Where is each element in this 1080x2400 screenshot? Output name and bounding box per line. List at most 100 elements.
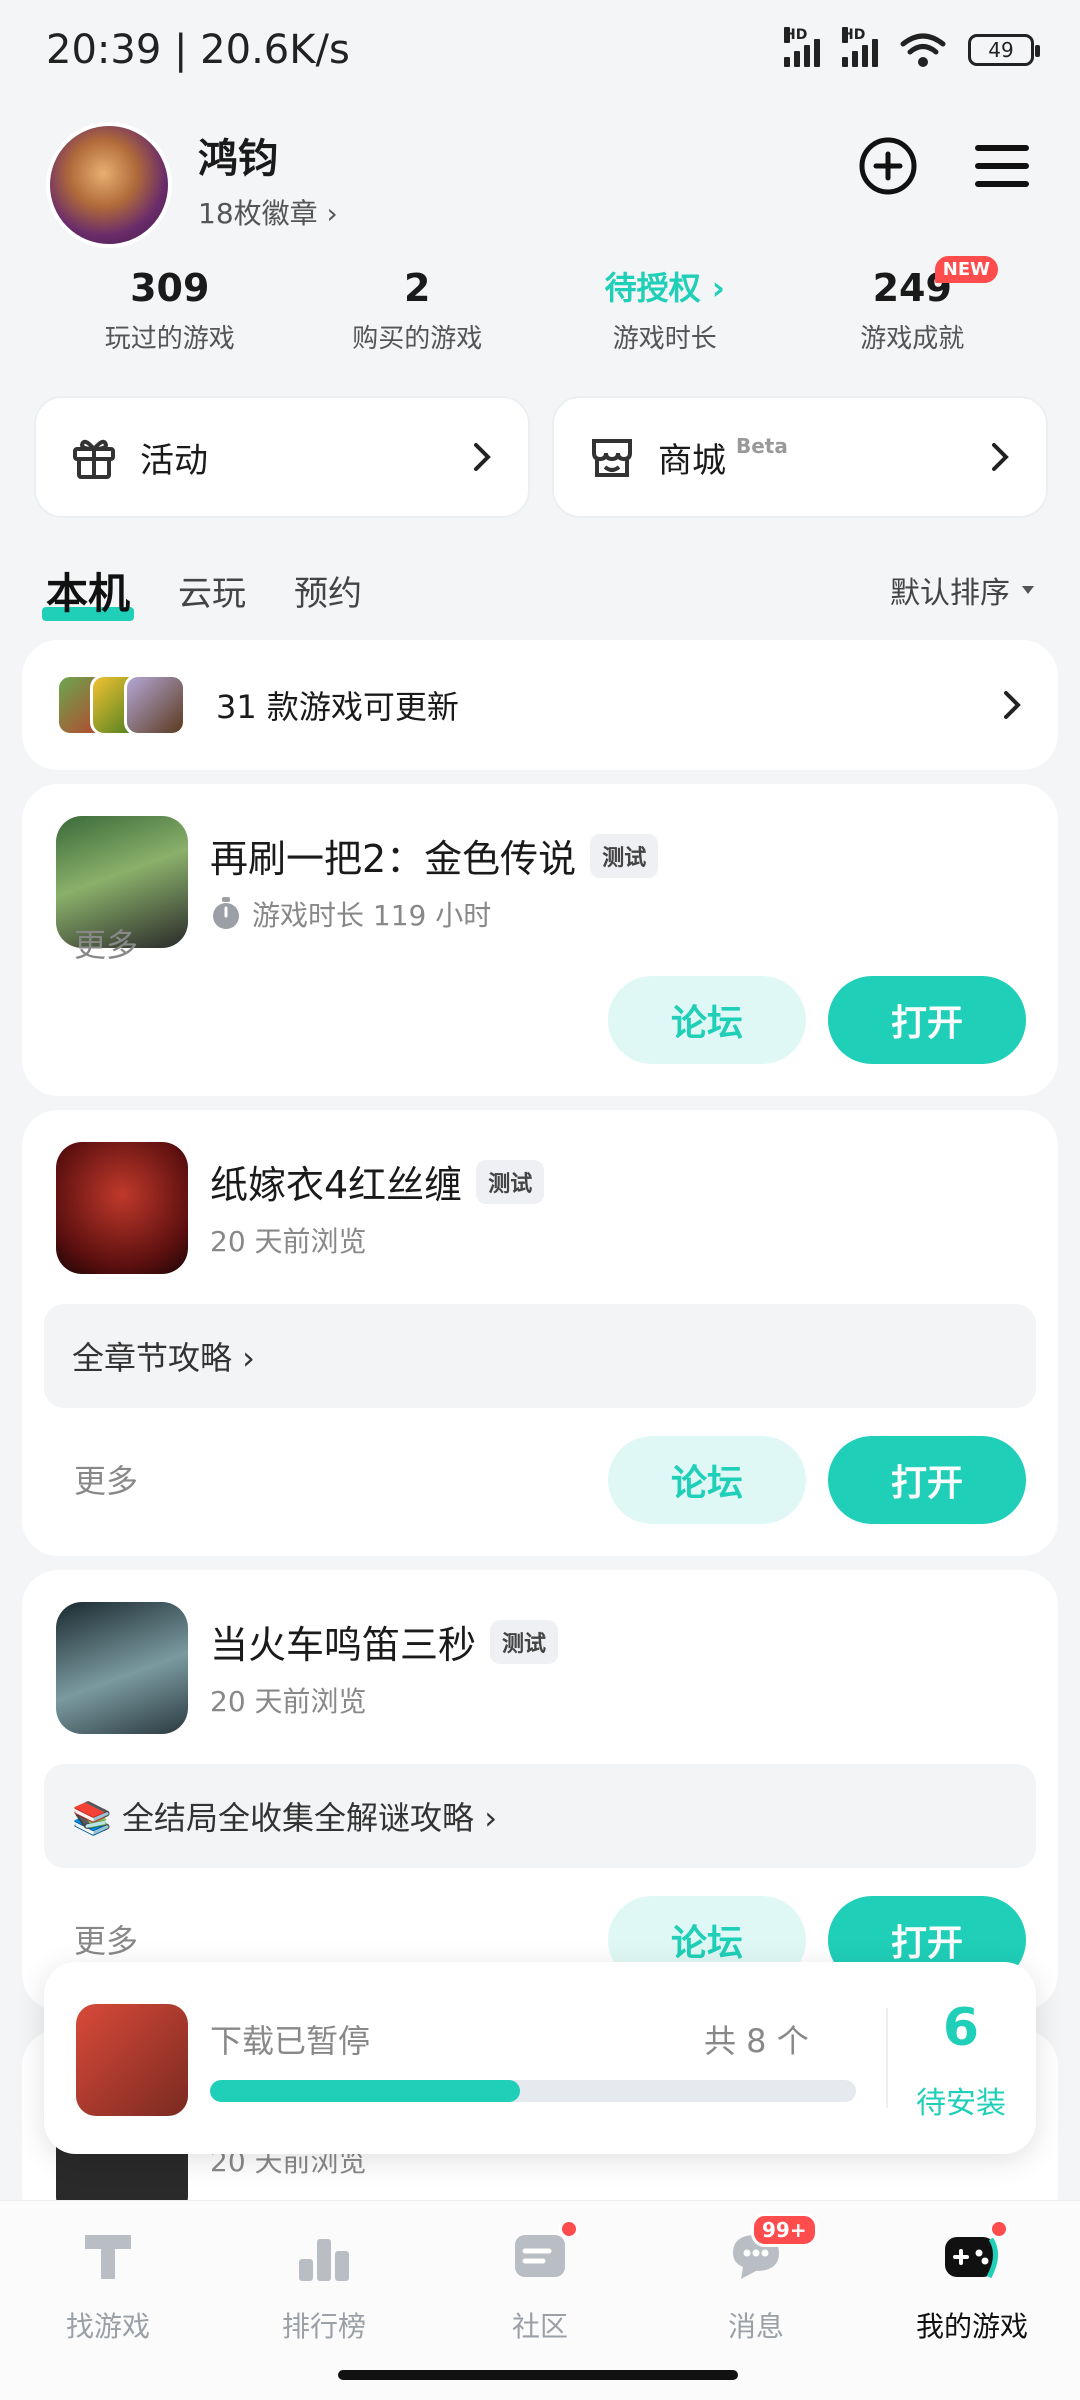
nav-find-games[interactable]: 找游戏 [0, 2201, 216, 2400]
caret-down-icon [1022, 586, 1034, 594]
find-games-icon [85, 2235, 131, 2279]
message-icon: 99+ [725, 2213, 818, 2287]
store-icon [592, 439, 632, 477]
store-button[interactable]: 商城 Beta [552, 396, 1048, 518]
tab-cloud[interactable]: 云玩 [178, 566, 246, 615]
game-thumb [124, 674, 186, 736]
home-indicator[interactable] [338, 2370, 738, 2380]
battery-level: 49 [988, 38, 1014, 62]
authorize-link[interactable]: 待授权 › [541, 262, 789, 314]
forum-button[interactable]: 论坛 [608, 976, 806, 1064]
download-status-text: 下载已暂停 [210, 2022, 371, 2060]
guide-link[interactable]: 📚 全结局全收集全解谜攻略 › [44, 1764, 1036, 1868]
game-title-row: 再刷一把2：金色传说 测试 [210, 828, 659, 883]
nav-label: 我的游戏 [915, 2310, 1028, 2343]
stat-value: 309 [130, 266, 210, 310]
game-title-row: 纸嫁衣4红丝缠 测试 [210, 1154, 545, 1209]
download-total: 共 8 个 [704, 2022, 809, 2060]
update-game-icons [56, 674, 186, 736]
stat-label: 游戏成就 [860, 324, 965, 354]
my-games-icon [941, 2219, 1009, 2287]
stat-achievements[interactable]: 249 游戏成就 NEW [789, 256, 1037, 362]
test-tag: 测试 [476, 1159, 545, 1204]
downloading-game-icon [76, 2004, 188, 2116]
status-icons: HD HD 49 [784, 27, 1040, 68]
activity-label: 活动 [140, 440, 208, 481]
game-subtitle: 20 天前浏览 [210, 1225, 367, 1258]
new-badge: NEW [934, 256, 998, 283]
test-tag: 测试 [490, 1619, 559, 1664]
beta-tag: Beta [736, 434, 788, 458]
signal-icon: HD [784, 27, 820, 67]
game-subtitle: 游戏时长 119 小时 [210, 894, 491, 934]
nav-my-games[interactable]: 我的游戏 [864, 2201, 1080, 2400]
pending-install-label[interactable]: 待安装 [886, 2078, 1036, 2122]
open-button[interactable]: 打开 [828, 1436, 1026, 1524]
avatar[interactable] [46, 122, 172, 248]
ranking-icon [299, 2239, 349, 2281]
stat-playtime[interactable]: 待授权 › 游戏时长 [541, 262, 789, 362]
update-count-text: 31 款游戏可更新 [216, 688, 459, 726]
notification-dot [559, 2219, 579, 2239]
username[interactable]: 鸿钧 [198, 126, 278, 184]
game-title: 当火车鸣笛三秒 [210, 1623, 477, 1667]
download-status-card[interactable]: 下载已暂停 共 8 个 6 待安装 [44, 1962, 1036, 2154]
download-progress-fill [210, 2080, 521, 2102]
game-icon[interactable] [56, 1602, 188, 1734]
test-tag: 测试 [590, 833, 659, 878]
stat-label: 游戏时长 [612, 324, 717, 354]
sort-dropdown[interactable]: 默认排序 [890, 568, 1036, 612]
game-title: 再刷一把2：金色传说 [210, 837, 577, 881]
forum-button[interactable]: 论坛 [608, 1436, 806, 1524]
tab-local[interactable]: 本机 [41, 560, 135, 621]
pending-install-count[interactable]: 6 [886, 1998, 1036, 2058]
store-label: 商城 [658, 440, 726, 481]
game-title: 纸嫁衣4红丝缠 [210, 1163, 463, 1207]
status-bar: 20:39 | 20.6K/s HD HD 49 [0, 0, 1080, 100]
game-subtitle: 20 天前浏览 [210, 1685, 367, 1718]
community-icon [509, 2219, 579, 2287]
stat-purchased[interactable]: 2 购买的游戏 [294, 262, 542, 362]
profile-header: 鸿钧 18枚徽章 › [46, 118, 1036, 248]
stopwatch-icon [213, 897, 239, 929]
sort-label: 默认排序 [890, 576, 1010, 611]
gift-icon [73, 439, 115, 479]
game-icon[interactable] [56, 1142, 188, 1274]
game-card[interactable]: 纸嫁衣4红丝缠 测试 20 天前浏览 全章节攻略 › 更多 论坛 打开 [22, 1110, 1058, 1556]
chevron-right-icon [474, 443, 491, 471]
download-progress-bar [210, 2080, 856, 2102]
add-circle-icon[interactable] [856, 134, 920, 198]
activity-button[interactable]: 活动 [34, 396, 530, 518]
game-card[interactable]: 当火车鸣笛三秒 测试 20 天前浏览 📚 全结局全收集全解谜攻略 › 更多 论坛… [22, 1570, 1058, 2010]
stat-label: 玩过的游戏 [104, 324, 235, 354]
menu-icon[interactable] [970, 134, 1034, 198]
open-button[interactable]: 打开 [828, 976, 1026, 1064]
chevron-right-icon [992, 443, 1009, 471]
wifi-icon [900, 33, 946, 67]
signal-icon: HD [842, 27, 878, 67]
stats-row: 309 玩过的游戏 2 购买的游戏 待授权 › 游戏时长 249 游戏成就 NE… [46, 256, 1037, 362]
nav-label: 社区 [511, 2310, 568, 2343]
notification-dot [989, 2219, 1009, 2239]
more-button[interactable]: 更多 [74, 1456, 138, 1502]
more-button[interactable]: 更多 [74, 1916, 138, 1962]
nav-label: 排行榜 [281, 2310, 366, 2343]
game-card[interactable]: 再刷一把2：金色传说 测试 游戏时长 119 小时 更多 论坛 打开 [22, 784, 1058, 1096]
stat-value: 249 [872, 266, 952, 310]
tab-reserve[interactable]: 预约 [294, 566, 362, 615]
game-tabs: 本机 云玩 预约 默认排序 [41, 550, 1036, 630]
stat-played[interactable]: 309 玩过的游戏 [46, 262, 294, 362]
more-button[interactable]: 更多 [74, 920, 138, 966]
status-time: 20:39 | 20.6K/s [46, 27, 350, 73]
stat-value: 2 [404, 266, 431, 310]
badges-link[interactable]: 18枚徽章 › [198, 192, 338, 232]
playtime-text: 游戏时长 119 小时 [252, 899, 492, 932]
chevron-right-icon [1004, 691, 1021, 719]
guide-link[interactable]: 全章节攻略 › [44, 1304, 1036, 1408]
battery-icon: 49 [968, 34, 1040, 66]
game-title-row: 当火车鸣笛三秒 测试 [210, 1614, 559, 1669]
nav-label: 消息 [727, 2310, 784, 2343]
stat-label: 购买的游戏 [352, 324, 483, 354]
update-available-bar[interactable]: 31 款游戏可更新 [22, 640, 1058, 770]
unread-badge: 99+ [751, 2213, 818, 2247]
